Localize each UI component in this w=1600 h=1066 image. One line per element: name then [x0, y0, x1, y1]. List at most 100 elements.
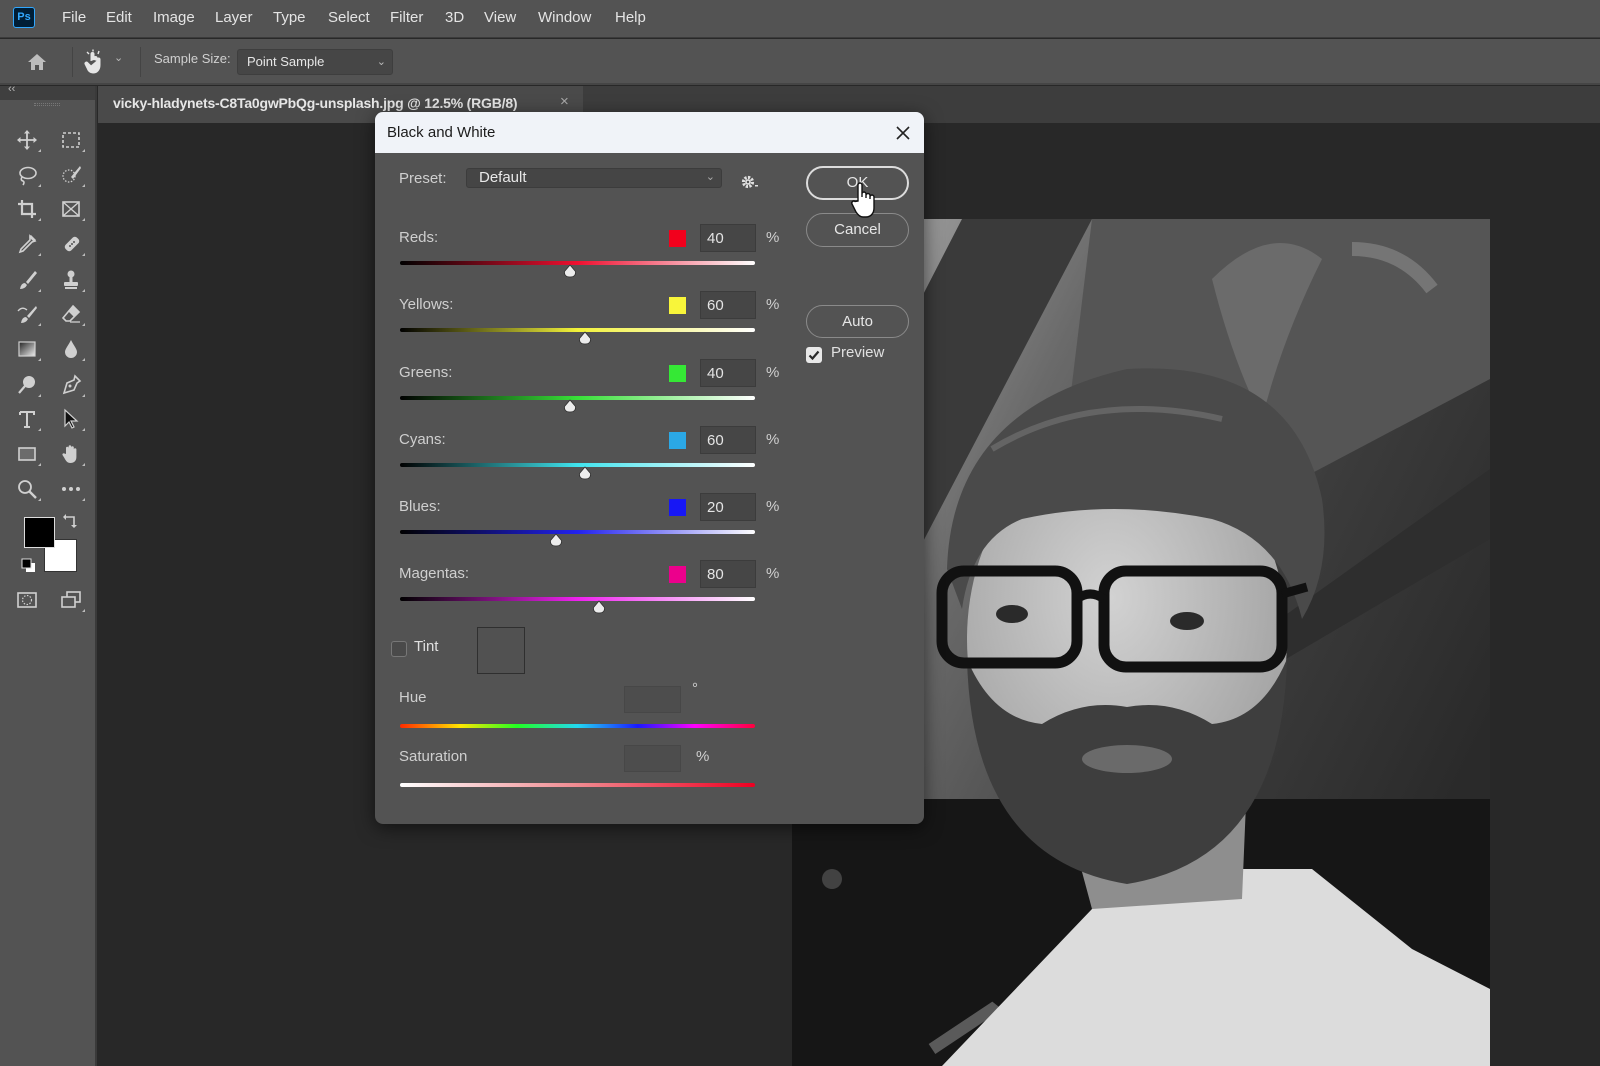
saturation-input[interactable]	[624, 745, 681, 772]
blur-tool-icon[interactable]	[58, 336, 85, 362]
cyans-value-input[interactable]	[700, 426, 756, 454]
separator	[140, 47, 141, 77]
menu-layer[interactable]: Layer	[215, 0, 253, 38]
color-swatch	[669, 297, 686, 314]
eraser-tool-icon[interactable]	[58, 301, 85, 327]
menu-window[interactable]: Window	[538, 0, 591, 38]
tool-preset-chevron-icon[interactable]: ⌄	[114, 51, 123, 64]
slider-label: Cyans:	[399, 431, 446, 448]
percent-unit: %	[766, 498, 780, 515]
panel-grip[interactable]	[34, 103, 60, 106]
rectangle-tool-icon[interactable]	[14, 441, 41, 467]
type-tool-icon[interactable]	[14, 406, 41, 432]
preset-dropdown[interactable]: Default ⌄	[466, 168, 722, 188]
quick-mask-icon[interactable]	[14, 587, 40, 613]
percent-unit: %	[696, 748, 710, 765]
yellows-value-input[interactable]	[700, 291, 756, 319]
slider-label: Reds:	[399, 229, 439, 246]
home-icon[interactable]	[25, 50, 49, 74]
path-selection-tool-icon[interactable]	[58, 406, 85, 432]
menu-file[interactable]: File	[62, 0, 86, 38]
menu-help[interactable]: Help	[615, 0, 646, 38]
slider-row-cyans: Cyans: %	[375, 426, 924, 480]
menu-edit[interactable]: Edit	[106, 0, 132, 38]
black-and-white-dialog: Black and White Preset: Default ⌄ OK Can…	[375, 112, 924, 824]
collapse-panel-icon[interactable]: ‹‹	[8, 83, 15, 95]
slider-row-blues: Blues: %	[375, 493, 924, 547]
healing-brush-tool-icon[interactable]	[58, 231, 85, 257]
tint-label: Tint	[414, 638, 439, 655]
sample-size-value: Point Sample	[247, 54, 325, 69]
menu-select[interactable]: Select	[328, 0, 370, 38]
menu-3d[interactable]: 3D	[445, 0, 464, 38]
dialog-title-bar[interactable]: Black and White	[375, 112, 924, 153]
preset-label: Preset:	[399, 170, 447, 187]
more-tools-icon[interactable]	[58, 476, 85, 502]
saturation-slider-track[interactable]	[400, 783, 755, 787]
marquee-tool-icon[interactable]	[58, 127, 85, 153]
saturation-label: Saturation	[399, 748, 468, 765]
close-icon[interactable]	[892, 122, 914, 144]
eyedropper-tool-icon[interactable]	[14, 231, 41, 257]
slider-row-magentas: Magentas: %	[375, 560, 924, 614]
magentas-slider-thumb[interactable]	[592, 600, 606, 614]
color-swatch	[669, 499, 686, 516]
screen-mode-icon[interactable]	[58, 587, 85, 613]
foreground-color-swatch[interactable]	[24, 517, 55, 548]
degree-unit: °	[692, 680, 698, 697]
lasso-tool-icon[interactable]	[14, 162, 41, 188]
clone-stamp-tool-icon[interactable]	[58, 267, 85, 293]
hue-input[interactable]	[624, 686, 681, 713]
dodge-tool-icon[interactable]	[14, 372, 41, 398]
slider-label: Greens:	[399, 364, 453, 381]
history-brush-tool-icon[interactable]	[14, 301, 41, 327]
brush-tool-icon[interactable]	[14, 267, 41, 293]
tint-checkbox[interactable]	[391, 641, 407, 657]
preset-value: Default	[479, 169, 527, 186]
move-tool-icon[interactable]	[14, 127, 41, 153]
sample-size-dropdown[interactable]: Point Sample ⌄	[237, 49, 393, 75]
options-bar: ⌄ Sample Size: Point Sample ⌄	[0, 39, 1600, 85]
tint-color-swatch[interactable]	[477, 627, 525, 674]
crop-tool-icon[interactable]	[14, 196, 41, 222]
slider-label: Blues:	[399, 498, 441, 515]
hand-tool-icon[interactable]	[58, 441, 85, 467]
magentas-slider-track[interactable]	[400, 597, 755, 601]
blues-value-input[interactable]	[700, 493, 756, 521]
color-swatch	[669, 230, 686, 247]
targeted-adjustment-hand-icon[interactable]	[82, 49, 106, 75]
blues-slider-track[interactable]	[400, 530, 755, 534]
reds-slider-track[interactable]	[400, 261, 755, 265]
default-colors-icon[interactable]	[21, 558, 37, 574]
percent-unit: %	[766, 565, 780, 582]
reds-slider-thumb[interactable]	[563, 264, 577, 278]
percent-unit: %	[766, 229, 780, 246]
zoom-tool-icon[interactable]	[14, 476, 41, 502]
hue-label: Hue	[399, 689, 427, 706]
pen-tool-icon[interactable]	[58, 372, 85, 398]
menu-view[interactable]: View	[484, 0, 516, 38]
frame-tool-icon[interactable]	[58, 196, 85, 222]
tools-panel-header: ‹‹	[0, 83, 95, 100]
menu-filter[interactable]: Filter	[390, 0, 423, 38]
menu-image[interactable]: Image	[153, 0, 195, 38]
hue-slider-track[interactable]	[400, 724, 755, 728]
greens-slider-thumb[interactable]	[563, 399, 577, 413]
gradient-tool-icon[interactable]	[14, 336, 41, 362]
separator	[72, 47, 73, 77]
magentas-value-input[interactable]	[700, 560, 756, 588]
greens-value-input[interactable]	[700, 359, 756, 387]
reds-value-input[interactable]	[700, 224, 756, 252]
greens-slider-track[interactable]	[400, 396, 755, 400]
cyans-slider-thumb[interactable]	[578, 466, 592, 480]
slider-row-yellows: Yellows: %	[375, 291, 924, 345]
swap-colors-icon[interactable]	[62, 512, 80, 530]
menu-type[interactable]: Type	[273, 0, 306, 38]
slider-label: Magentas:	[399, 565, 470, 582]
quick-selection-tool-icon[interactable]	[58, 162, 85, 188]
color-swatch	[669, 432, 686, 449]
preset-options-gear-icon[interactable]	[740, 173, 760, 193]
color-swatch	[669, 566, 686, 583]
blues-slider-thumb[interactable]	[549, 533, 563, 547]
yellows-slider-thumb[interactable]	[578, 331, 592, 345]
